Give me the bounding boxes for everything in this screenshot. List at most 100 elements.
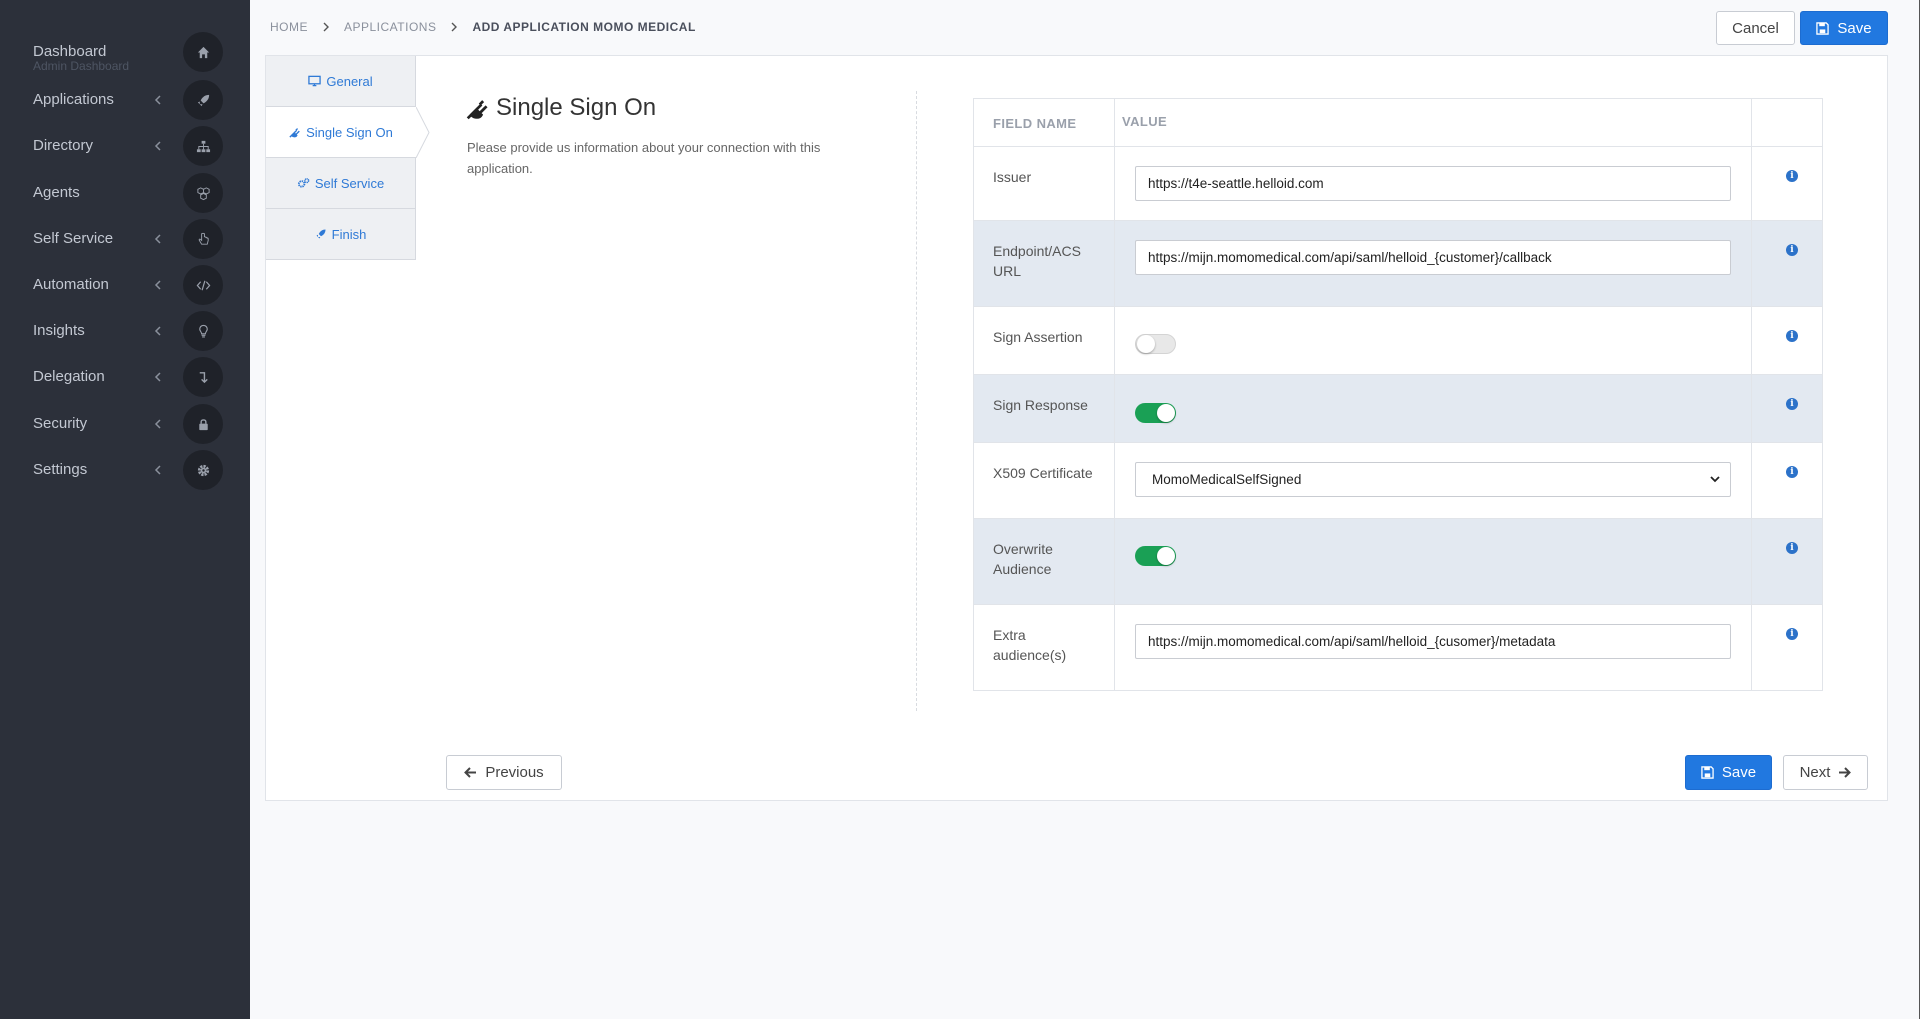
divider (916, 91, 917, 711)
chevron-left-icon (154, 280, 161, 290)
rocket-icon (183, 80, 223, 120)
step-general-label: General (326, 73, 373, 89)
sidebar-item-directory[interactable]: Directory (0, 124, 250, 170)
endpoint-acs-url-input[interactable]: https://mijn.momomedical.com/api/saml/he… (1135, 240, 1731, 275)
sidebar-item-self-service[interactable]: Self Service (0, 217, 250, 263)
info-icon[interactable]: i (1786, 466, 1798, 478)
lightbulb-icon (183, 311, 223, 351)
x509-certificate-value: MomoMedicalSelfSigned (1152, 472, 1302, 487)
wizard-card: General Single Sign On Self Service Fini… (265, 55, 1888, 801)
chevron-left-icon (154, 95, 161, 105)
cubes-icon (183, 173, 223, 213)
plug-icon (466, 100, 488, 120)
step-general[interactable]: General (266, 56, 416, 107)
rocket-icon (316, 229, 326, 239)
wizard-steps: General Single Sign On Self Service Fini… (266, 56, 430, 260)
sidebar-item-security[interactable]: Security (0, 402, 250, 448)
sidebar-item-delegation[interactable]: Delegation (0, 355, 250, 401)
x509-certificate-select[interactable]: MomoMedicalSelfSigned (1135, 462, 1731, 497)
sidebar-item-label: Dashboard (33, 43, 107, 60)
sign-assertion-toggle[interactable] (1135, 334, 1176, 354)
table-row: Sign Assertion i (974, 306, 1822, 374)
row-label: Endpoint/ACS URL (974, 221, 1115, 306)
step-sso[interactable]: Single Sign On (266, 107, 416, 158)
sidebar-item-label: Insights (33, 322, 85, 339)
sidebar-item-applications[interactable]: Applications (0, 78, 250, 124)
info-icon[interactable]: i (1786, 244, 1798, 256)
home-icon (183, 32, 223, 72)
info-icon[interactable]: i (1786, 542, 1798, 554)
row-label: Overwrite Audience (974, 519, 1115, 604)
previous-button[interactable]: Previous (446, 755, 562, 790)
section-title: Single Sign On (466, 94, 656, 122)
table-row: Extra audience(s) https://mijn.momomedic… (974, 604, 1822, 690)
desktop-icon (308, 75, 322, 87)
sidebar-subtitle: Admin Dashboard (33, 59, 130, 73)
sidebar-item-automation[interactable]: Automation (0, 263, 250, 309)
chevron-down-icon (1710, 476, 1720, 483)
sign-response-toggle[interactable] (1135, 403, 1176, 423)
next-button[interactable]: Next (1783, 755, 1868, 790)
next-button-label: Next (1799, 764, 1831, 781)
sidebar-item-label: Settings (33, 461, 88, 478)
sidebar-item-label: Security (33, 415, 88, 432)
arrow-left-icon (464, 767, 477, 778)
sidebar-item-settings[interactable]: Settings (0, 448, 250, 494)
extra-audiences-input[interactable]: https://mijn.momomedical.com/api/saml/he… (1135, 624, 1731, 659)
row-label: Sign Assertion (974, 307, 1115, 374)
gear-icon (183, 450, 223, 490)
sidebar-item-label: Automation (33, 276, 109, 293)
cancel-button-label: Cancel (1732, 19, 1779, 37)
section-description: Please provide us information about your… (467, 140, 821, 176)
cancel-button[interactable]: Cancel (1716, 11, 1795, 45)
step-self-service-label: Self Service (314, 175, 385, 191)
hand-pointer-icon (183, 219, 223, 259)
step-finish[interactable]: Finish (266, 209, 416, 260)
active-step-arrow (416, 107, 430, 158)
table-row: Endpoint/ACS URL https://mijn.momomedica… (974, 220, 1822, 306)
breadcrumb-home[interactable]: HOME (270, 20, 308, 34)
info-icon[interactable]: i (1786, 330, 1798, 342)
table-row: Sign Response i (974, 374, 1822, 442)
breadcrumb-current: ADD APPLICATION MOMO MEDICAL (472, 20, 696, 34)
info-icon[interactable]: i (1786, 170, 1798, 182)
previous-button-label: Previous (485, 764, 544, 781)
save-button-label: Save (1837, 19, 1872, 37)
table-row: Overwrite Audience i (974, 518, 1822, 604)
level-down-icon (183, 357, 223, 397)
save-button[interactable]: Save (1800, 11, 1888, 45)
chevron-right-icon (451, 22, 458, 32)
table-row: Issuer https://t4e-seattle.helloid.com i (974, 146, 1822, 220)
floppy-disk-icon (1816, 21, 1830, 35)
cogs-icon (297, 178, 310, 188)
footer-save-button-label: Save (1721, 764, 1757, 781)
header-value: VALUE (1115, 99, 1752, 146)
step-finish-label: Finish (331, 226, 367, 242)
chevron-left-icon (154, 141, 161, 151)
chevron-left-icon (154, 419, 161, 429)
plug-icon (289, 128, 300, 138)
breadcrumb: HOME APPLICATIONS ADD APPLICATION MOMO M… (270, 20, 696, 34)
overwrite-audience-toggle[interactable] (1135, 546, 1176, 566)
issuer-input[interactable]: https://t4e-seattle.helloid.com (1135, 166, 1731, 201)
arrow-right-icon (1839, 767, 1852, 778)
row-label: Extra audience(s) (974, 605, 1115, 690)
footer-save-button[interactable]: Save (1685, 755, 1772, 790)
chevron-left-icon (154, 234, 161, 244)
sidebar-item-label: Self Service (33, 230, 114, 247)
sidebar-item-label: Delegation (33, 368, 105, 385)
sso-settings-table: FIELD NAME VALUE Issuer https://t4e-seat… (973, 98, 1823, 691)
breadcrumb-applications[interactable]: APPLICATIONS (344, 20, 436, 34)
info-icon[interactable]: i (1786, 398, 1798, 410)
table-row: X509 Certificate MomoMedicalSelfSigned i (974, 442, 1822, 518)
sidebar-item-label: Agents (33, 184, 80, 201)
floppy-disk-icon (1701, 766, 1714, 779)
sidebar-item-agents[interactable]: Agents (0, 171, 250, 217)
sidebar-item-insights[interactable]: Insights (0, 309, 250, 355)
sidebar-item-label: Applications (33, 91, 114, 108)
chevron-right-icon (323, 22, 329, 32)
sidebar-item-label: Directory (33, 137, 94, 154)
info-icon[interactable]: i (1786, 628, 1798, 640)
step-self-service[interactable]: Self Service (266, 158, 416, 209)
section-title-text: Single Sign On (496, 94, 657, 121)
